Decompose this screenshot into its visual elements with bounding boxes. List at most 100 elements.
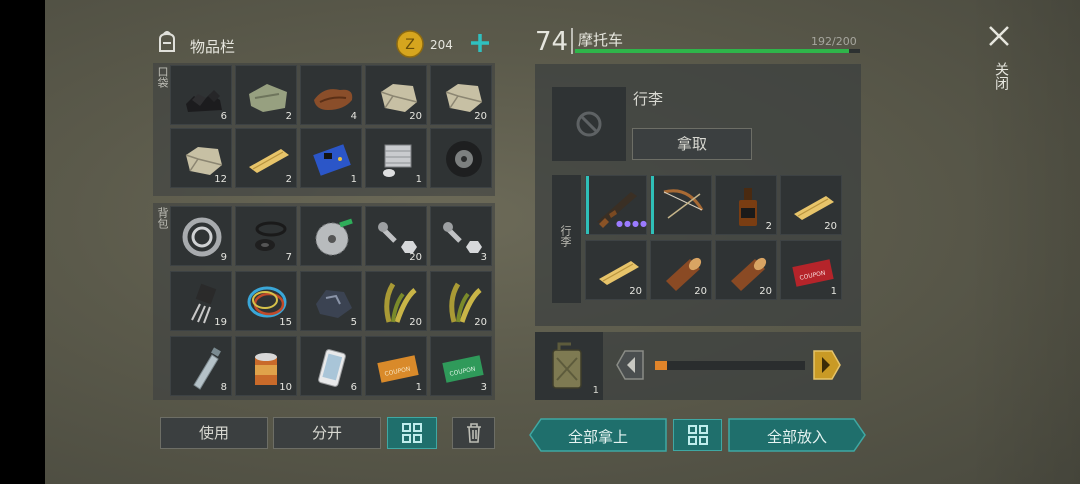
pocket-item-slot[interactable]: 4	[300, 65, 362, 125]
coupon-orange-icon: COUPON	[377, 355, 419, 383]
item-quantity: 8	[220, 382, 227, 393]
luggage-side-label: 行李	[559, 225, 572, 247]
item-quantity: 19	[214, 317, 227, 328]
item-quantity: 20	[474, 111, 487, 122]
engine-cylinder-icon	[383, 144, 412, 177]
item-quantity: 1	[415, 382, 422, 393]
item-quantity: 3	[480, 252, 487, 263]
backpack-item-slot[interactable]: 19	[170, 271, 232, 331]
equipped-marker	[586, 176, 589, 234]
tire-icon	[446, 141, 482, 177]
pocket-item-slot[interactable]: 12	[170, 128, 232, 188]
right-sidebar	[967, 0, 1080, 484]
fuel-slider-fill	[655, 361, 667, 370]
close-button[interactable]: 关闭	[985, 22, 1015, 102]
durability-bar	[575, 49, 860, 53]
pocket-item-slot[interactable]	[430, 128, 492, 188]
add-coins-button[interactable]	[467, 30, 493, 56]
backpack-item-slot[interactable]: COUPON 1	[365, 336, 427, 396]
backpack-label: 背包	[156, 207, 169, 229]
luggage-item-slot[interactable]: 20	[650, 240, 712, 300]
equipped-marker	[651, 176, 654, 234]
backpack-item-slot[interactable]: 20	[365, 206, 427, 266]
leather-icon	[314, 89, 353, 110]
use-button[interactable]: 使用	[160, 417, 268, 449]
game-screen: 物品栏 Z 204 口袋 6 2 4 20 20 12 2 1 1 背包 9 7 20 3 19 15 5 2…	[45, 0, 1080, 484]
pocket-item-slot[interactable]: 20	[365, 65, 427, 125]
backpack-item-slot[interactable]: COUPON 3	[430, 336, 492, 396]
luggage-item-slot[interactable]: 20	[585, 240, 647, 300]
luggage-item-slot[interactable]: 20	[780, 175, 842, 235]
pocket-item-slot[interactable]: 1	[300, 128, 362, 188]
backpack-item-slot[interactable]: 9	[170, 206, 232, 266]
item-quantity: 1	[350, 174, 357, 185]
vehicle-name: 摩托车	[578, 31, 624, 49]
item-quantity: 2	[285, 111, 292, 122]
backpack-item-slot[interactable]: 20	[430, 271, 492, 331]
bearing-icon	[182, 217, 222, 257]
pocket-item-slot[interactable]: 20	[430, 65, 492, 125]
backpack-item-slot[interactable]: 7	[235, 206, 297, 266]
plank-icon	[249, 149, 289, 173]
luggage-empty-slot[interactable]	[552, 87, 626, 161]
saw-blade-icon	[315, 218, 353, 256]
item-quantity: 1	[830, 286, 837, 297]
coin-count: 204	[430, 38, 453, 52]
pocket-item-slot[interactable]: 2	[235, 128, 297, 188]
split-button[interactable]: 分开	[273, 417, 381, 449]
put-all-button[interactable]: 全部放入	[728, 418, 866, 452]
close-icon	[989, 26, 1009, 46]
pocket-item-slot[interactable]: 1	[365, 128, 427, 188]
luggage-item-slot[interactable]: 20	[715, 240, 777, 300]
backpack-item-slot[interactable]: 15	[235, 271, 297, 331]
grid-icon	[687, 425, 708, 445]
luggage-item-slot[interactable]: ●●●●	[585, 175, 647, 235]
fuel-slider[interactable]	[655, 361, 805, 370]
backpack-item-slot[interactable]: 20	[365, 271, 427, 331]
right-arrow-icon	[813, 350, 841, 380]
pocket-item-slot[interactable]: 2	[235, 65, 297, 125]
take-button[interactable]: 拿取	[632, 128, 752, 160]
backpack-item-slot[interactable]: 8	[170, 336, 232, 396]
take-all-button[interactable]: 全部拿上	[529, 418, 667, 452]
luggage-item-slot[interactable]	[650, 175, 712, 235]
luggage-item-slot[interactable]: COUPON 1	[780, 240, 842, 300]
trash-icon	[466, 423, 481, 443]
backpack-item-slot[interactable]: 5	[300, 271, 362, 331]
item-quantity: 3	[480, 382, 487, 393]
coupon-red-icon: COUPON	[792, 259, 834, 287]
trash-button[interactable]	[452, 417, 495, 449]
item-quantity: 20	[824, 221, 837, 232]
fuel-slot[interactable]: 1	[535, 332, 603, 400]
grid-icon	[402, 423, 422, 443]
cloth-icon	[249, 84, 287, 112]
luggage-item-slot[interactable]: 2	[715, 175, 777, 235]
fuel-increase-button[interactable]	[810, 347, 844, 383]
bow-icon	[663, 189, 704, 219]
backpack-item-slot[interactable]	[300, 206, 362, 266]
item-quantity: 6	[350, 382, 357, 393]
item-quantity: 15	[279, 317, 292, 328]
coupon-green-icon: COUPON	[442, 355, 484, 383]
luggage-title: 行李	[633, 90, 664, 108]
durability-fill	[575, 49, 849, 53]
grid-view-button-2[interactable]	[673, 419, 722, 451]
upgrade-dots: ●●●●	[616, 219, 648, 228]
close-label: 关闭	[993, 62, 1009, 90]
backpack-item-slot[interactable]: 3	[430, 206, 492, 266]
item-quantity: 1	[415, 174, 422, 185]
pocket-item-slot[interactable]: 6	[170, 65, 232, 125]
fuel-qty: 1	[592, 385, 599, 396]
fuel-decrease-button[interactable]	[613, 347, 647, 383]
circuit-board-icon	[313, 144, 351, 176]
coal-icon	[186, 90, 222, 112]
bolt-nut-icon	[443, 222, 482, 253]
item-quantity: 20	[409, 111, 422, 122]
durability-text: 192/200	[811, 35, 857, 48]
backpack-icon	[159, 31, 175, 52]
grid-view-button[interactable]	[387, 417, 437, 449]
backpack-item-slot[interactable]: 6	[300, 336, 362, 396]
backpack-item-slot[interactable]: 10	[235, 336, 297, 396]
item-quantity: 10	[279, 382, 292, 393]
whiskey-bottle-icon	[739, 188, 757, 226]
